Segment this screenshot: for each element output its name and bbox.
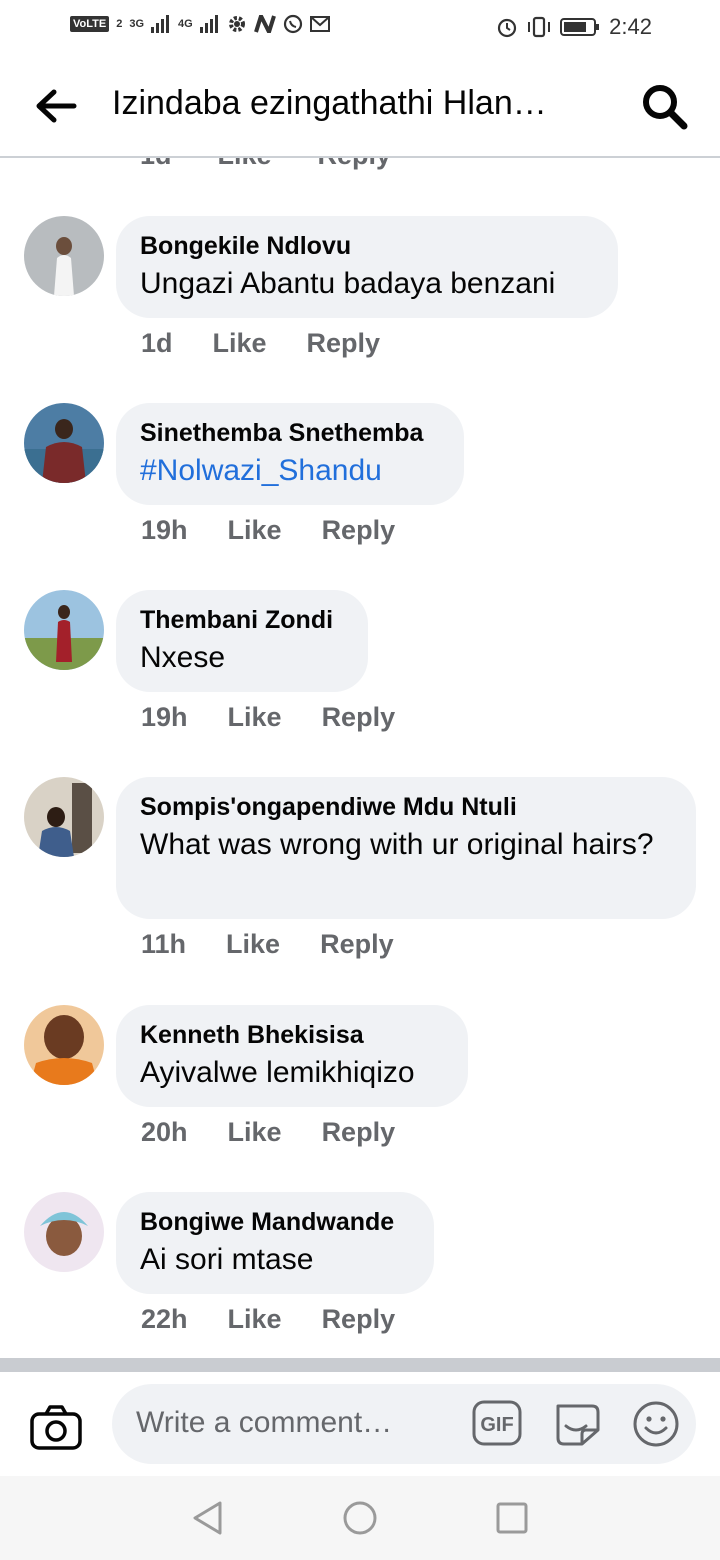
comment-bubble[interactable]: Sompis'ongapendiwe Mdu Ntuli What was wr… xyxy=(116,777,696,919)
comment-text: Nxese xyxy=(140,641,226,674)
network-4g: 4G xyxy=(178,18,193,30)
alarm-icon xyxy=(498,18,517,38)
comment-actions: 1d Like Reply xyxy=(141,328,420,359)
comment-bubble[interactable]: Bongiwe Mandwande Ai sori mtase xyxy=(116,1192,434,1294)
comment-text: Ungazi Abantu badaya benzani xyxy=(140,267,556,300)
volte-badge: VoLTE xyxy=(70,16,110,32)
nav-back-icon[interactable] xyxy=(190,1500,226,1536)
nfc-icon xyxy=(253,15,276,33)
sim-indicator: 2 xyxy=(116,18,123,30)
comment-actions: 19h Like Reply xyxy=(141,515,435,546)
status-bar: VoLTE 2 3G 4G 2:42 xyxy=(0,0,720,56)
gif-label: GIF xyxy=(480,1414,513,1436)
comment-bubble[interactable]: Kenneth Bhekisisa Ayivalwe lemikhiqizo xyxy=(116,1005,468,1107)
like-button[interactable]: Like xyxy=(228,1304,282,1335)
like-button[interactable]: Like xyxy=(228,702,282,733)
like-button[interactable]: Like xyxy=(228,515,282,546)
comment-author[interactable]: Thembani Zondi xyxy=(140,604,344,636)
avatar[interactable] xyxy=(24,216,104,296)
comment-input[interactable]: Write a comment… GIF xyxy=(112,1384,696,1464)
page-title: Izindaba ezingathathi Hlan… xyxy=(112,84,547,122)
comment-time: 19h xyxy=(141,515,188,545)
comment-text: Ayivalwe lemikhiqizo xyxy=(140,1056,415,1089)
system-nav-bar xyxy=(0,1476,720,1560)
reply-button[interactable]: Reply xyxy=(322,702,396,733)
comment-actions: 20h Like Reply xyxy=(141,1117,435,1148)
like-button[interactable]: Like xyxy=(226,929,280,960)
back-arrow-icon[interactable] xyxy=(34,86,78,126)
clock: 2:42 xyxy=(609,14,652,39)
comment-author[interactable]: Bongiwe Mandwande xyxy=(140,1206,410,1238)
reply-button[interactable]: Reply xyxy=(322,515,396,546)
comment-time: 1d xyxy=(141,328,173,358)
emoji-icon[interactable] xyxy=(632,1400,680,1448)
signal-icon-2 xyxy=(199,15,218,33)
avatar[interactable] xyxy=(24,1192,104,1272)
like-button[interactable]: Like xyxy=(213,328,267,359)
comment-input-placeholder: Write a comment… xyxy=(136,1406,393,1439)
vibrate-icon xyxy=(528,16,551,38)
reply-button[interactable]: Reply xyxy=(320,929,394,960)
comment-author[interactable]: Bongekile Ndlovu xyxy=(140,230,594,262)
comment-actions: 11h Like Reply xyxy=(141,929,434,960)
gif-icon[interactable]: GIF xyxy=(472,1400,522,1446)
like-button[interactable]: Like xyxy=(228,1117,282,1148)
comment-actions: 19h Like Reply xyxy=(141,702,435,733)
comment-bubble[interactable]: Thembani Zondi Nxese xyxy=(116,590,368,692)
reply-button[interactable]: Reply xyxy=(307,328,381,359)
partial-comment-meta: 1d Like Reply xyxy=(0,158,720,174)
comment-text: What was wrong with ur original hairs? xyxy=(140,828,654,861)
gear-icon xyxy=(228,16,245,32)
comment-composer: Write a comment… GIF xyxy=(0,1372,720,1476)
sticker-icon[interactable] xyxy=(552,1398,600,1448)
comment-text: Ai sori mtase xyxy=(140,1243,314,1276)
avatar[interactable] xyxy=(24,590,104,670)
avatar[interactable] xyxy=(24,1005,104,1085)
comment-time: 22h xyxy=(141,1304,188,1334)
comment-bubble[interactable]: Bongekile Ndlovu Ungazi Abantu badaya be… xyxy=(116,216,618,318)
comment-time: 11h xyxy=(141,929,187,959)
avatar[interactable] xyxy=(24,403,104,483)
comment-author[interactable]: Sinethemba Snethemba xyxy=(140,417,440,449)
like-button[interactable]: Like xyxy=(218,158,272,171)
comment-author[interactable]: Kenneth Bhekisisa xyxy=(140,1019,444,1051)
comment-time: 20h xyxy=(141,1117,188,1147)
comment-bubble[interactable]: Sinethemba Snethemba #Nolwazi_Shandu xyxy=(116,403,464,505)
reply-button[interactable]: Reply xyxy=(322,1304,396,1335)
comment-actions: 22h Like Reply xyxy=(141,1304,435,1335)
signal-icon xyxy=(151,15,170,33)
search-icon[interactable] xyxy=(640,82,688,130)
reply-button[interactable]: Reply xyxy=(318,158,392,171)
camera-icon[interactable] xyxy=(30,1404,82,1450)
whatsapp-icon xyxy=(283,14,302,34)
reply-button[interactable]: Reply xyxy=(322,1117,396,1148)
comment-time: 19h xyxy=(141,702,188,732)
mail-icon xyxy=(309,16,330,32)
network-3g: 3G xyxy=(129,18,145,30)
nav-home-icon[interactable] xyxy=(342,1500,378,1536)
composer-divider xyxy=(0,1358,720,1372)
battery-icon xyxy=(560,18,600,36)
app-header: Izindaba ezingathathi Hlan… xyxy=(0,56,720,158)
nav-recent-apps-icon[interactable] xyxy=(496,1502,528,1534)
hashtag-link[interactable]: #Nolwazi_Shandu xyxy=(140,451,440,491)
comment-author[interactable]: Sompis'ongapendiwe Mdu Ntuli xyxy=(140,791,672,823)
avatar[interactable] xyxy=(24,777,104,857)
comment-time: 1d xyxy=(140,158,172,171)
